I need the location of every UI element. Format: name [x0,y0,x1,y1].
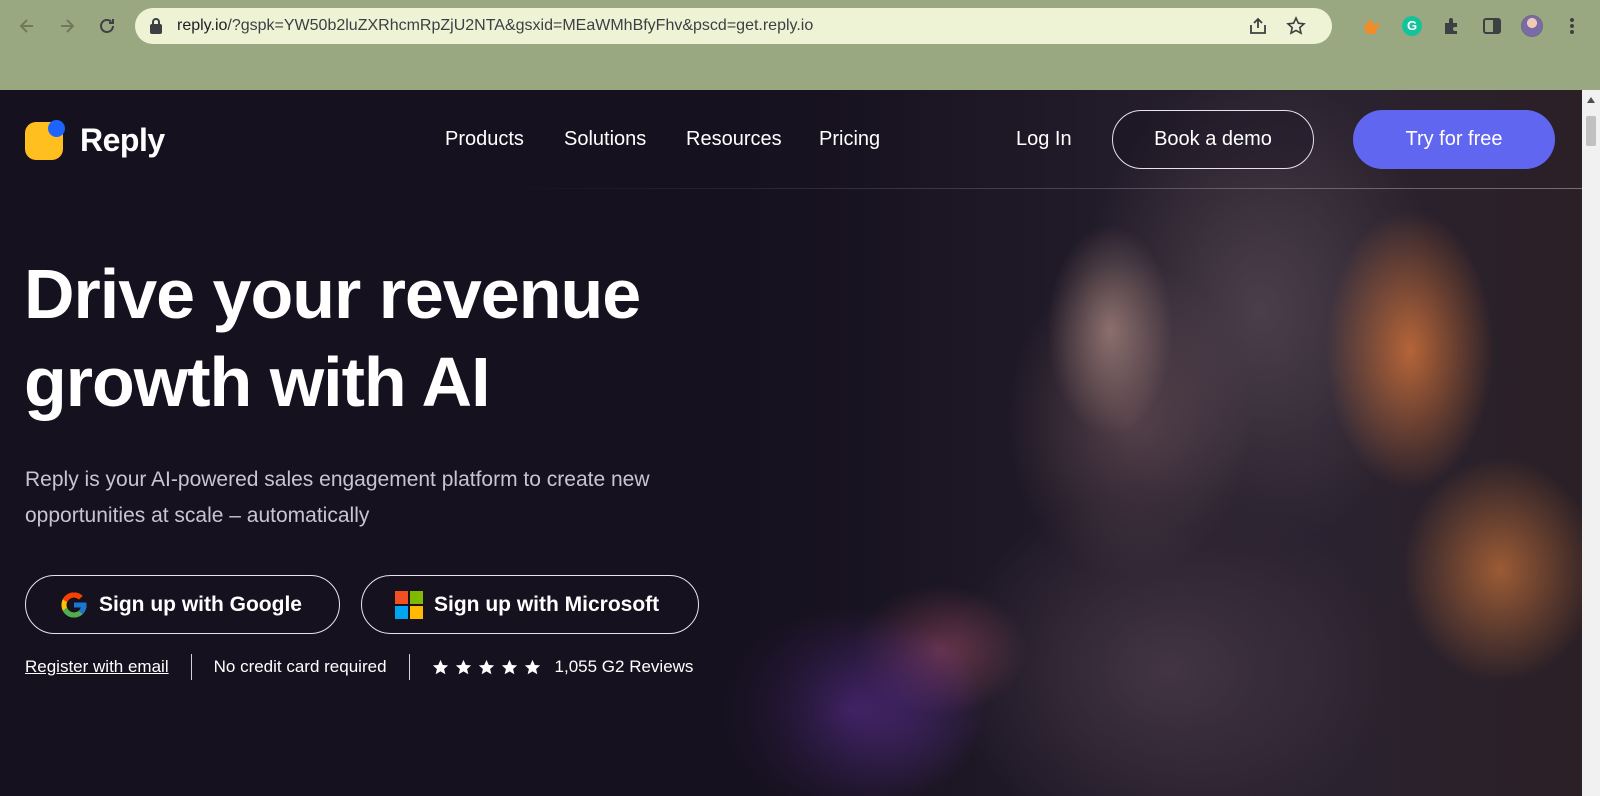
no-credit-card-note: No credit card required [213,657,387,676]
address-bar[interactable]: reply.io/?gspk=YW50b2luZXRhcmRpZjU2NTA&g… [135,8,1332,44]
url-host: reply.io [177,17,228,34]
star-icon [501,659,517,674]
signup-meta-row: Register with email No credit card requi… [25,652,693,682]
star-icon [478,659,494,674]
web-page: Reply Products Solutions Resources Prici… [0,90,1582,796]
divider [408,654,410,680]
brand-name[interactable]: Reply [80,122,165,159]
hero-headline: Drive your revenue growth with AI [24,250,744,426]
g2-reviews-count[interactable]: 1,055 G2 Reviews [555,657,694,677]
microsoft-button-label: Sign up with Microsoft [434,592,660,616]
rating-stars [432,659,541,676]
forward-icon[interactable] [53,12,81,40]
extension-icon[interactable] [1360,14,1384,38]
header-divider [500,188,1582,189]
try-for-free-button[interactable]: Try for free [1353,110,1555,169]
register-with-email-link[interactable]: Register with email [25,657,169,677]
google-icon [61,592,87,617]
star-icon [524,659,540,674]
share-icon[interactable] [1248,16,1268,36]
google-button-label: Sign up with Google [99,592,302,616]
subtitle-line-2: opportunities at scale – automatically [25,504,370,527]
nav-products[interactable]: Products [445,128,524,151]
scroll-up-arrow-icon[interactable] [1586,96,1596,104]
nav-solutions[interactable]: Solutions [564,128,646,151]
hero-ai-portrait-image [700,90,1582,796]
login-link[interactable]: Log In [1016,128,1072,151]
page-scrollbar[interactable] [1582,90,1600,796]
url-text[interactable]: reply.io/?gspk=YW50b2luZXRhcmRpZjU2NTA&g… [177,8,813,44]
lock-icon[interactable] [149,17,163,35]
microsoft-icon [395,590,423,619]
puzzle-icon[interactable] [1440,14,1464,38]
nav-resources[interactable]: Resources [686,128,782,151]
profile-avatar[interactable] [1520,14,1544,38]
sign-up-microsoft-button[interactable]: Sign up with Microsoft [361,575,699,634]
subtitle-line-1: Reply is your AI-powered sales engagemen… [25,468,650,491]
book-demo-button[interactable]: Book a demo [1112,110,1314,169]
grammarly-letter: G [1402,16,1422,36]
nav-pricing[interactable]: Pricing [819,128,880,151]
star-icon [432,659,448,674]
bookmark-star-icon[interactable] [1286,16,1306,36]
sign-up-google-button[interactable]: Sign up with Google [25,575,340,634]
star-icon [455,659,471,674]
scroll-thumb[interactable] [1586,116,1596,146]
menu-icon[interactable] [1560,14,1584,38]
side-panel-icon[interactable] [1480,14,1504,38]
divider [190,654,192,680]
url-path: /?gspk=YW50b2luZXRhcmRpZjU2NTA&gsxid=MEa… [227,17,814,34]
reload-icon[interactable] [93,12,121,40]
browser-chrome: reply.io/?gspk=YW50b2luZXRhcmRpZjU2NTA&g… [0,0,1600,90]
headline-line-2: growth with AI [24,343,491,421]
grammarly-icon[interactable]: G [1400,14,1424,38]
headline-line-1: Drive your revenue [24,255,641,333]
hero-subtitle: Reply is your AI-powered sales engagemen… [25,462,745,534]
browser-toolbar: reply.io/?gspk=YW50b2luZXRhcmRpZjU2NTA&g… [0,0,1600,52]
reply-logo-icon[interactable] [25,120,65,160]
back-icon[interactable] [13,12,41,40]
